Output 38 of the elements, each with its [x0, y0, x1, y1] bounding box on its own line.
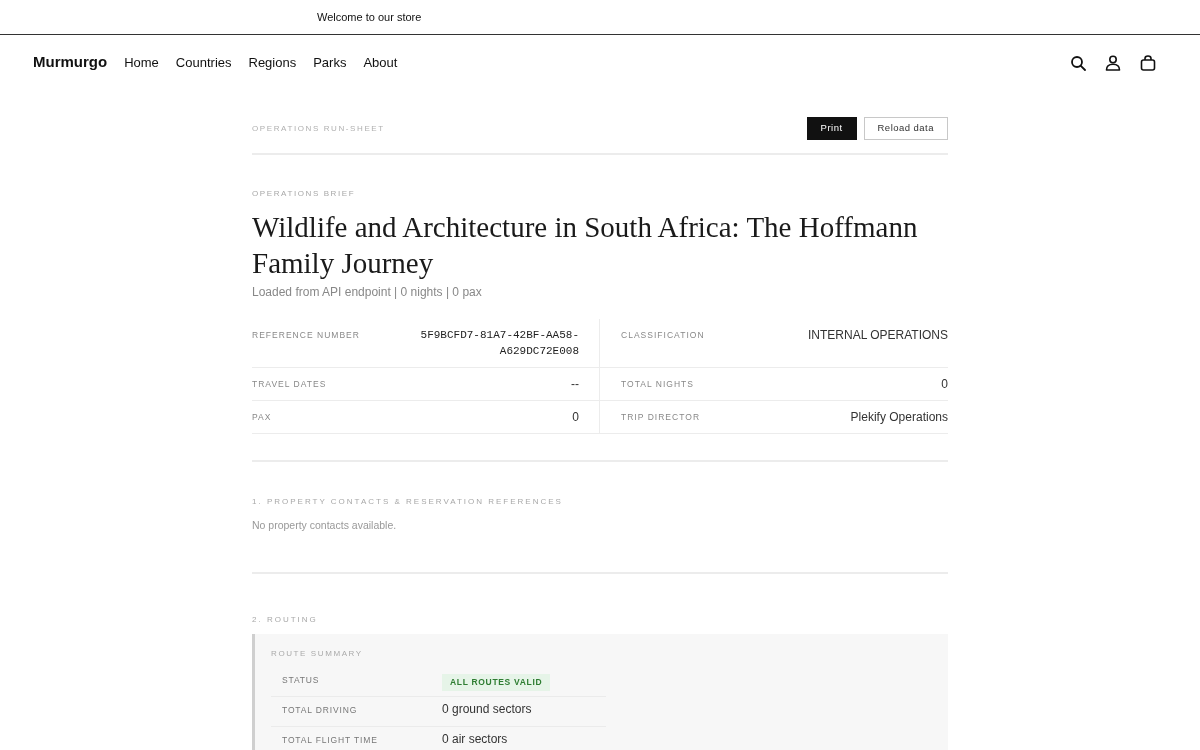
- field-label: REFERENCE NUMBER: [252, 329, 360, 342]
- field-value: Plekify Operations: [850, 409, 948, 425]
- section-heading: 2. ROUTING: [252, 614, 319, 625]
- section-heading: 1. PROPERTY CONTACTS & RESERVATION REFERENCES: [252, 496, 564, 507]
- summary-label: STATUS: [282, 674, 320, 687]
- field-label: PAX: [252, 411, 272, 424]
- nav-link[interactable]: Countries: [175, 52, 232, 73]
- summary-value: 0 air sectors: [442, 732, 508, 747]
- summary-label: TOTAL DRIVING: [282, 704, 358, 717]
- nav-link[interactable]: Parks: [313, 52, 347, 73]
- field-label: TRAVEL DATES: [252, 378, 327, 391]
- shopping-bag-icon[interactable]: [1140, 54, 1156, 71]
- page-label: OPERATIONS RUN-SHEET: [252, 122, 385, 135]
- page-title: Wildlife and Architecture in South Africa: The Hoffmann Family Journey: [252, 210, 919, 281]
- eyebrow-label: OPERATIONS BRIEF: [252, 188, 357, 199]
- field-label: TRIP DIRECTOR: [621, 411, 701, 424]
- nav-link[interactable]: About: [363, 52, 398, 73]
- empty-message: No property contacts available.: [252, 518, 398, 532]
- print-button[interactable]: Print: [806, 117, 857, 140]
- search-icon[interactable]: [1070, 54, 1086, 71]
- user-icon[interactable]: [1105, 54, 1121, 71]
- field-value: INTERNAL OPERATIONS: [807, 327, 948, 343]
- field-value: --: [571, 376, 579, 392]
- reload-button[interactable]: Reload data: [863, 117, 948, 140]
- nav-link[interactable]: Home: [124, 52, 159, 73]
- panel-title: ROUTE SUMMARY: [271, 648, 364, 659]
- nav-link[interactable]: Regions: [248, 52, 297, 73]
- field-value: 0: [572, 409, 579, 425]
- summary-value: 0 ground sectors: [442, 702, 532, 717]
- logo[interactable]: Murmurgo: [33, 51, 108, 74]
- page-subtitle: Loaded from API endpoint | 0 nights | 0 pax: [252, 284, 483, 301]
- announcement-text: Welcome to our store: [317, 9, 422, 25]
- field-value: 0: [941, 376, 948, 392]
- summary-label: TOTAL FLIGHT TIME: [282, 734, 378, 747]
- field-label: CLASSIFICATION: [621, 329, 705, 342]
- field-value: 5F9BCFD7-81A7-42BF-AA58-A629DC72E008: [419, 328, 579, 359]
- field-label: TOTAL NIGHTS: [621, 378, 694, 391]
- status-badge: ALL ROUTES VALID: [442, 674, 551, 691]
